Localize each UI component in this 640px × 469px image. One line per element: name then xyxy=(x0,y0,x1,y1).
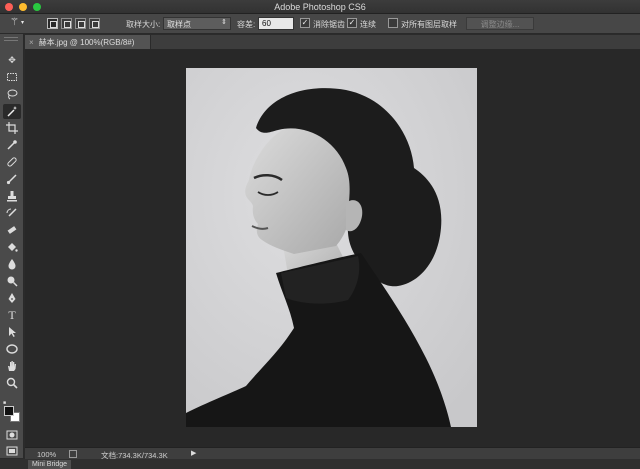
sample-size-value: 取样点 xyxy=(167,20,191,29)
anti-alias-checkbox[interactable]: ✓ xyxy=(300,18,310,28)
marquee-icon[interactable] xyxy=(3,70,21,85)
type-icon[interactable]: T xyxy=(3,308,21,323)
subtract-from-selection-button[interactable] xyxy=(75,18,86,29)
close-tab-icon[interactable]: × xyxy=(29,38,34,47)
blur-icon[interactable] xyxy=(3,257,21,272)
tolerance-label: 容差: xyxy=(237,20,256,29)
add-to-selection-button[interactable] xyxy=(61,18,72,29)
magic-wand-icon: ⚚ xyxy=(10,17,19,28)
portrait-image xyxy=(186,68,477,427)
status-menu-arrow-icon[interactable]: ▶ xyxy=(191,449,196,457)
status-bar: 100% 文档:734.3K/734.3K ▶ xyxy=(25,447,640,460)
zoom-icon[interactable] xyxy=(3,376,21,391)
healing-brush-icon[interactable] xyxy=(3,155,21,170)
panel-grip[interactable] xyxy=(4,37,18,41)
shape-icon[interactable] xyxy=(3,342,21,357)
intersect-selection-button[interactable] xyxy=(89,18,100,29)
tab-document[interactable]: × 赫本.jpg @ 100%(RGB/8#) xyxy=(25,35,151,49)
hand-icon[interactable] xyxy=(3,359,21,374)
eraser-icon[interactable] xyxy=(3,223,21,238)
refine-edge-button[interactable]: 调整边缘... xyxy=(466,17,534,30)
lasso-icon[interactable] xyxy=(3,87,21,102)
chevron-down-icon: ▾ xyxy=(20,19,24,26)
document-tab-title: 赫本.jpg @ 100%(RGB/8#) xyxy=(38,38,135,47)
screen-mode-icon[interactable] xyxy=(3,444,21,459)
tab-strip xyxy=(151,35,640,49)
document-image[interactable] xyxy=(186,68,477,427)
bottom-panel-bar xyxy=(0,459,640,469)
options-bar: ⚚ ▾ 取样大小: 取样点 ⇕ 容差: 60 ✓ 消除锯齿 ✓ 连续 对所有图层取… xyxy=(0,14,640,34)
tolerance-input[interactable]: 60 xyxy=(258,17,294,30)
magic-wand-icon[interactable] xyxy=(3,104,21,119)
sample-size-label: 取样大小: xyxy=(126,20,161,29)
new-selection-button[interactable] xyxy=(47,18,58,29)
title-bar: Adobe Photoshop CS6 xyxy=(0,0,640,14)
contiguous-label: 连续 xyxy=(360,20,376,29)
path-selection-icon[interactable] xyxy=(3,325,21,340)
zoom-level[interactable]: 100% xyxy=(37,450,56,459)
clone-stamp-icon[interactable] xyxy=(3,189,21,204)
export-icon[interactable] xyxy=(69,450,77,458)
tab-mini-bridge[interactable]: Mini Bridge xyxy=(28,460,72,469)
select-arrows-icon: ⇕ xyxy=(221,19,227,26)
tools-panel: ✥ T ■ xyxy=(0,34,24,458)
paint-bucket-icon[interactable] xyxy=(3,240,21,255)
default-colors-icon[interactable]: ■ xyxy=(3,400,9,406)
contiguous-checkbox[interactable]: ✓ xyxy=(347,18,357,28)
window-title: Adobe Photoshop CS6 xyxy=(274,2,366,12)
sample-all-layers-label: 对所有图层取样 xyxy=(401,20,457,29)
history-brush-icon[interactable] xyxy=(3,206,21,221)
crop-icon[interactable] xyxy=(3,121,21,136)
pen-icon[interactable] xyxy=(3,291,21,306)
anti-alias-label: 消除锯齿 xyxy=(313,20,345,29)
eyedropper-icon[interactable] xyxy=(3,138,21,153)
foreground-color-swatch[interactable] xyxy=(4,406,14,416)
sample-size-select[interactable]: 取样点 ⇕ xyxy=(163,17,231,30)
sample-all-layers-checkbox[interactable] xyxy=(388,18,398,28)
tool-preset-picker[interactable]: ⚚ ▾ xyxy=(10,17,34,31)
brush-icon[interactable] xyxy=(3,172,21,187)
move-icon[interactable]: ✥ xyxy=(3,53,21,68)
dodge-icon[interactable] xyxy=(3,274,21,289)
quick-mask-icon[interactable] xyxy=(3,428,21,443)
